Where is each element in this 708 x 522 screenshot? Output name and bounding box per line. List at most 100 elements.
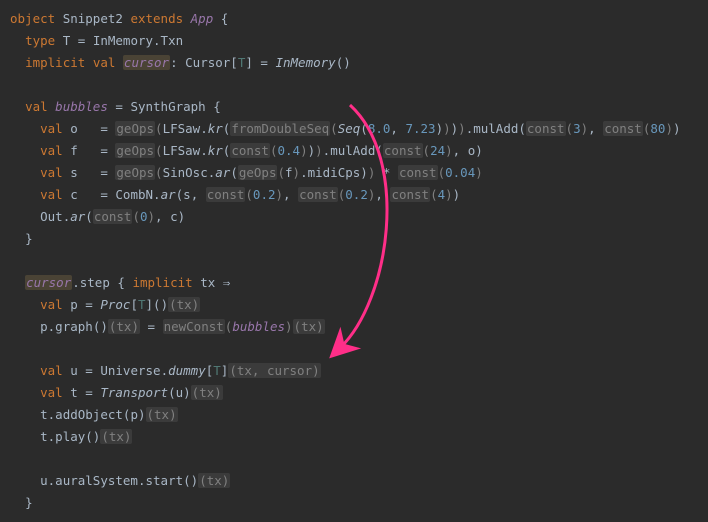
line-7: val f = geOps(LFSaw.kr(const(0.4))).mulA… <box>10 143 483 158</box>
val-o: o <box>70 121 78 136</box>
dot: . <box>72 275 80 290</box>
lp: ( <box>245 187 253 202</box>
lp: ( <box>566 121 574 136</box>
num: 24 <box>430 143 445 158</box>
implicit-tx: (tx) <box>146 407 178 422</box>
val-c: c <box>70 187 78 202</box>
start: start <box>146 473 184 488</box>
kw-val: val <box>40 187 63 202</box>
lp: ( <box>155 143 163 158</box>
implicit-tx: (tx) <box>100 429 132 444</box>
line-8: val s = geOps(SinOsc.ar(geOps(f).midiCps… <box>10 165 483 180</box>
line-17: val u = Universe.dummy[T](tx, cursor) <box>10 363 321 378</box>
transport: Transport <box>100 385 168 400</box>
num: 7.23 <box>405 121 435 136</box>
num: 0.4 <box>278 143 301 158</box>
rp: ) <box>445 143 453 158</box>
dot: . <box>200 121 208 136</box>
lp: ( <box>132 209 140 224</box>
num: 0.2 <box>253 187 276 202</box>
code-block: object Snippet2 extends App { type T = I… <box>0 0 708 522</box>
midicps: midiCps <box>308 165 361 180</box>
lp: ( <box>85 209 93 224</box>
rp: ) <box>581 121 589 136</box>
rp: ) <box>315 143 323 158</box>
val-p: p <box>70 297 78 312</box>
implicit-tx: (tx) <box>168 297 200 312</box>
ar: ar <box>70 209 85 224</box>
val-bubbles: bubbles <box>55 99 108 114</box>
ref-u: u <box>40 473 48 488</box>
const: const <box>390 187 430 202</box>
kw-extends: extends <box>130 11 183 26</box>
parens: () <box>153 297 168 312</box>
rp: ) <box>183 385 191 400</box>
rp: ) <box>436 121 444 136</box>
eq: = <box>85 363 93 378</box>
lp: ( <box>155 121 163 136</box>
auralsystem: auralSystem <box>55 473 138 488</box>
lfsaw: LFSaw <box>163 143 201 158</box>
kw-val: val <box>40 143 63 158</box>
out: Out <box>40 209 63 224</box>
line-11: } <box>10 231 33 246</box>
rp: ) <box>475 143 483 158</box>
line-9: val c = CombN.ar(s, const(0.2), const(0.… <box>10 187 460 202</box>
eq: = <box>78 33 86 48</box>
ar: ar <box>215 165 230 180</box>
ref-c: c <box>170 209 178 224</box>
const: const <box>526 121 566 136</box>
eq: = <box>100 143 108 158</box>
rp: ) <box>665 121 673 136</box>
sinosc: SinOsc <box>163 165 208 180</box>
rp: ) <box>443 121 451 136</box>
lp: ( <box>360 121 368 136</box>
line-20: t.play()(tx) <box>10 429 132 444</box>
fromdoubleseq: fromDoubleSeq <box>230 121 330 136</box>
combn: CombN <box>115 187 153 202</box>
kr: kr <box>208 143 223 158</box>
rp: ) <box>673 121 681 136</box>
param-tx: tx <box>200 275 215 290</box>
lfsaw: LFSaw <box>163 121 201 136</box>
fat-arrow-icon: ⇒ <box>223 275 231 290</box>
kw-object: object <box>10 11 55 26</box>
muladd: mulAdd <box>330 143 375 158</box>
eq: = <box>260 55 268 70</box>
kw-val: val <box>40 121 63 136</box>
num: 8.0 <box>368 121 391 136</box>
rp: ) <box>138 407 146 422</box>
ctor-inmemory: InMemory <box>275 55 335 70</box>
ref-u: u <box>176 385 184 400</box>
lp: ( <box>330 121 338 136</box>
lp: ( <box>518 121 526 136</box>
ref-t: t <box>40 429 48 444</box>
line-1: object Snippet2 extends App { <box>10 11 228 26</box>
type-param: T <box>213 363 221 378</box>
ref-t: t <box>40 407 48 422</box>
dot: . <box>153 187 161 202</box>
play: play <box>55 429 85 444</box>
kr: kr <box>208 121 223 136</box>
kw-val: val <box>25 99 48 114</box>
colon: : <box>170 55 178 70</box>
kw-val: val <box>93 55 116 70</box>
type-app: App <box>191 11 214 26</box>
lp: ( <box>423 143 431 158</box>
ref-f: f <box>285 165 293 180</box>
num: 0.04 <box>445 165 475 180</box>
type-param: T <box>138 297 146 312</box>
geops-call: geOps <box>115 143 155 158</box>
lp: ( <box>277 165 285 180</box>
lp: ( <box>270 143 278 158</box>
lp: ( <box>438 165 446 180</box>
ref-p: p <box>130 407 138 422</box>
parens: () <box>93 319 108 334</box>
line-15: p.graph()(tx) = newConst(bubbles)(tx) <box>10 319 325 334</box>
step: step <box>80 275 110 290</box>
rbracket: ] <box>146 297 154 312</box>
rp: ) <box>368 165 376 180</box>
comma: , <box>155 209 163 224</box>
rp: ) <box>293 165 301 180</box>
rp: ) <box>178 209 186 224</box>
